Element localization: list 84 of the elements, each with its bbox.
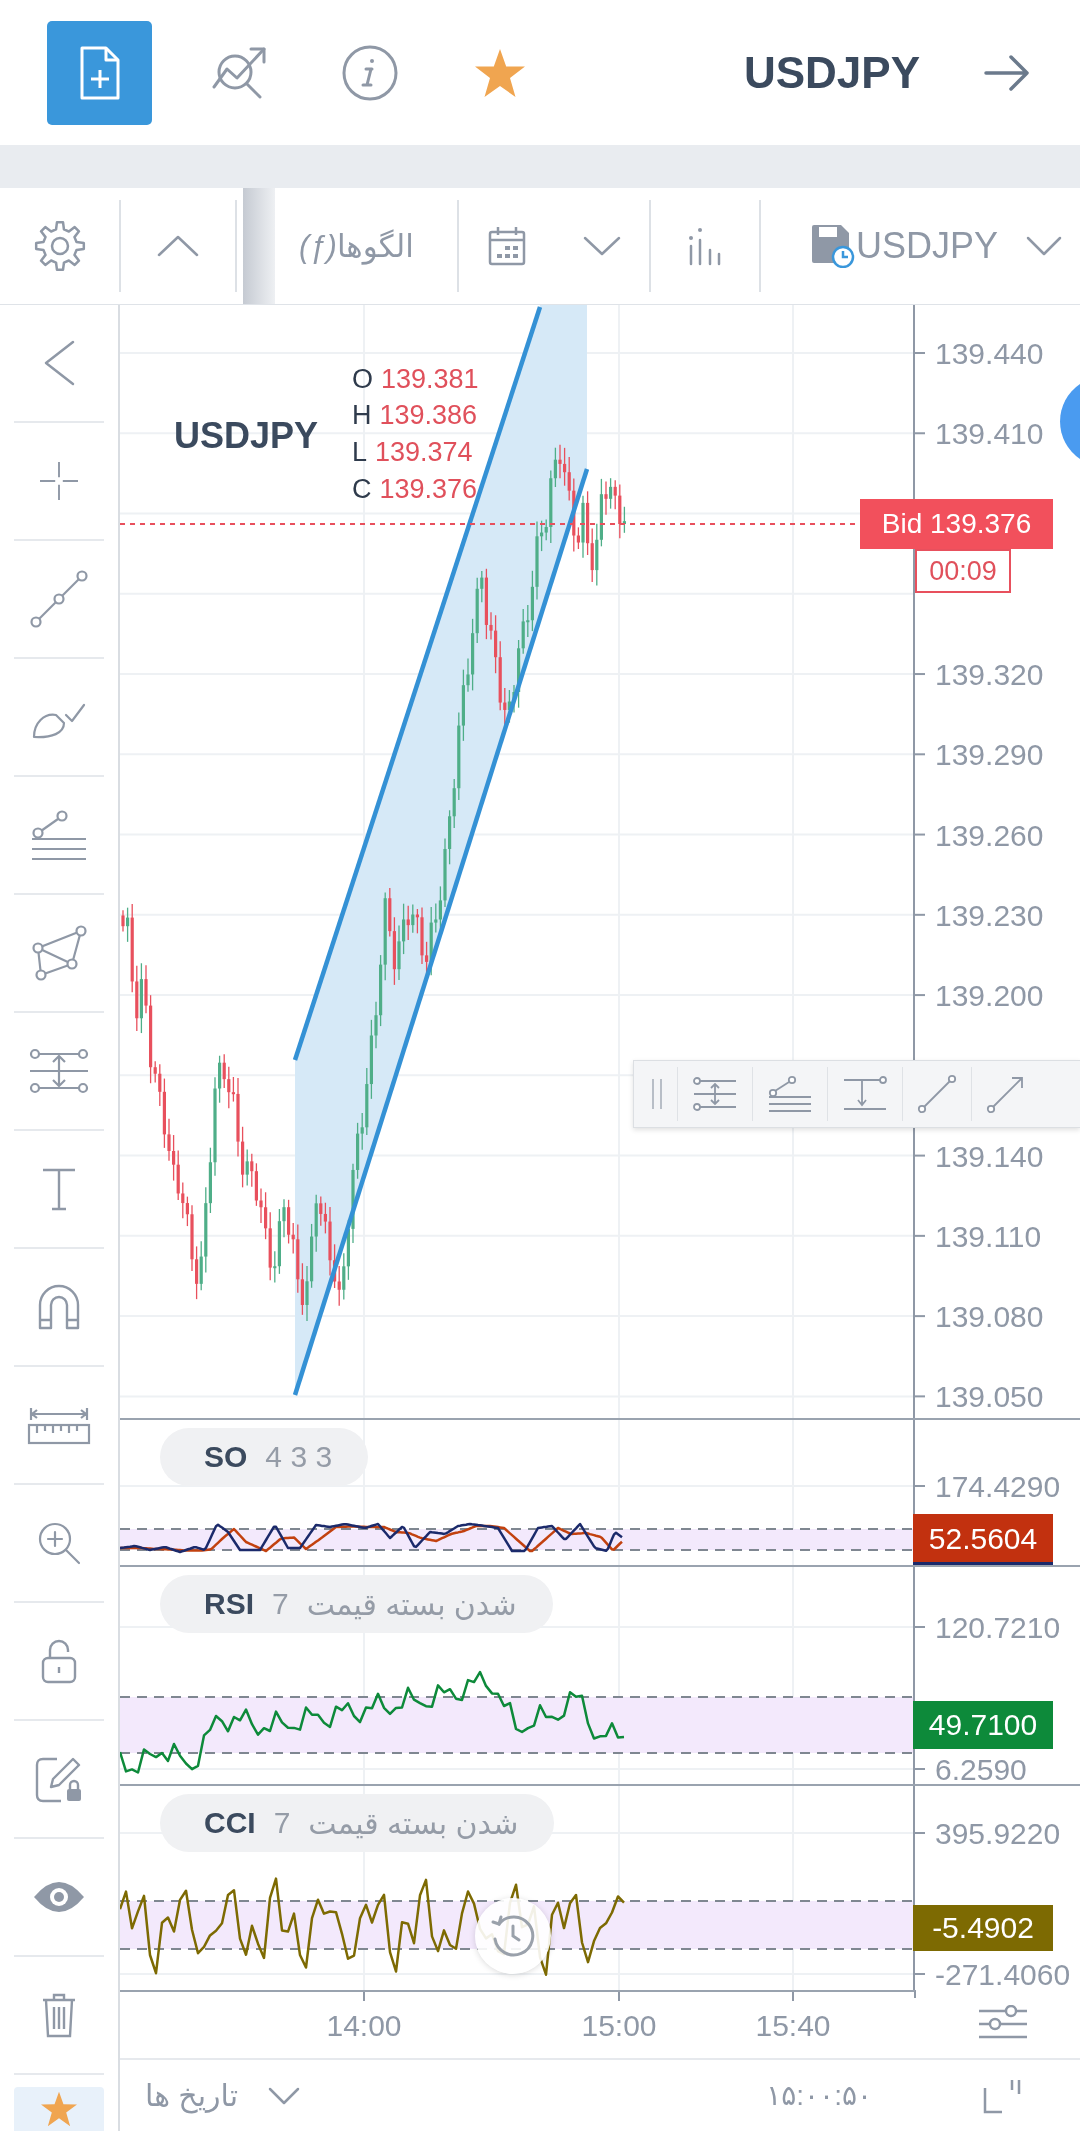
document-plus-icon bbox=[79, 45, 120, 100]
magnet-icon[interactable] bbox=[37, 1284, 81, 1330]
clock-time: ۱۵:۰۰:۵۰ bbox=[766, 2079, 872, 2112]
line-segment-icon[interactable] bbox=[917, 1074, 957, 1114]
ohlc-label: L bbox=[352, 437, 368, 468]
price-axis-label: 139.200 bbox=[935, 979, 1044, 1013]
indicator-legend[interactable]: SO 4 3 3 bbox=[160, 1428, 369, 1486]
price-range-icon[interactable] bbox=[692, 1076, 738, 1112]
bid-price-label: Bid 139.376 bbox=[860, 499, 1053, 549]
trash-icon[interactable] bbox=[41, 1992, 77, 2038]
vertical-measure-icon[interactable] bbox=[842, 1076, 888, 1112]
indicator-source: شدن بسته قیمت bbox=[306, 1586, 517, 1622]
grip-handle-icon[interactable] bbox=[651, 1079, 663, 1109]
chart-symbol-label: USDJPY bbox=[174, 415, 319, 457]
circular-arrow-icon bbox=[490, 1913, 536, 1959]
arrow-line-icon[interactable] bbox=[986, 1074, 1026, 1114]
trend-line-icon[interactable] bbox=[30, 570, 88, 628]
price-axis-label: 139.320 bbox=[935, 658, 1044, 692]
star-icon[interactable] bbox=[474, 47, 526, 98]
bar-levels-icon[interactable] bbox=[688, 226, 722, 266]
replay-button[interactable] bbox=[475, 1898, 551, 1974]
indicator-axis-label: 174.4290 bbox=[935, 1470, 1061, 1503]
price-axis-label: 139.050 bbox=[935, 1380, 1044, 1414]
save-clock-icon[interactable] bbox=[811, 224, 855, 268]
indicator-axis-label: 395.9220 bbox=[935, 1817, 1061, 1850]
ohlc-value: 139.374 bbox=[375, 437, 473, 468]
price-axis-label: 139.290 bbox=[935, 738, 1044, 772]
indicator-axis-label: 120.7210 bbox=[935, 1611, 1061, 1644]
chevron-down-icon[interactable] bbox=[268, 2086, 300, 2105]
indicator-value-label: 52.5604 bbox=[913, 1514, 1053, 1564]
channel-lower-line[interactable] bbox=[292, 468, 590, 1396]
polygon-icon[interactable] bbox=[30, 924, 88, 982]
time-axis-label: 15:00 bbox=[581, 2009, 657, 2042]
ohlc-value: 139.376 bbox=[379, 473, 478, 505]
indicator-axis-label: -271.4060 bbox=[935, 1958, 1071, 1990]
indicator-source: شدن بسته قیمت bbox=[308, 1805, 519, 1841]
star-icon bbox=[40, 2091, 78, 2127]
ohlc-value: 139.381 bbox=[381, 363, 479, 395]
time-axis-label: 15:40 bbox=[755, 2009, 831, 2042]
price-axis-label: 139.080 bbox=[935, 1300, 1044, 1334]
chevron-left-icon[interactable] bbox=[43, 340, 75, 386]
floating-action-button[interactable] bbox=[1060, 384, 1080, 459]
price-axis-label: 139.260 bbox=[935, 818, 1044, 852]
indicator-value-label: 49.7100 bbox=[913, 1701, 1053, 1749]
eye-icon[interactable] bbox=[33, 1881, 85, 1913]
indicator-name: RSI bbox=[204, 1587, 254, 1621]
ohlc-label: H bbox=[352, 400, 372, 432]
indicator-value-label: -5.4902 bbox=[913, 1905, 1053, 1951]
corner-brackets-icon[interactable] bbox=[982, 2077, 1022, 2114]
info-icon[interactable] bbox=[342, 44, 398, 101]
ohlc-value: 139.386 bbox=[379, 400, 478, 432]
price-axis-label: 139.110 bbox=[935, 1219, 1042, 1253]
time-axis-label: 14:00 bbox=[326, 2009, 402, 2042]
indicator-axis-label: 6.2590 bbox=[935, 1753, 1027, 1784]
crosshair-icon[interactable] bbox=[40, 462, 78, 500]
indicator-period: 7 bbox=[272, 1587, 289, 1621]
indicator-params: 4 3 3 bbox=[265, 1440, 333, 1474]
symbol-title: USDJPY bbox=[743, 47, 920, 98]
price-axis-label: 139.410 bbox=[935, 417, 1044, 451]
text-tool-icon[interactable] bbox=[41, 1167, 77, 1211]
chevron-up-icon[interactable] bbox=[157, 235, 199, 257]
settings-icon[interactable] bbox=[33, 220, 86, 272]
price-range-icon[interactable] bbox=[28, 1048, 90, 1094]
price-axis-label: 139.140 bbox=[935, 1139, 1044, 1173]
arrow-right-icon[interactable] bbox=[984, 54, 1030, 91]
indicator-period: 7 bbox=[273, 1806, 291, 1840]
chevron-down-icon[interactable] bbox=[1026, 236, 1063, 256]
favorites-button[interactable] bbox=[14, 2087, 104, 2131]
chevron-down-icon[interactable] bbox=[582, 236, 621, 256]
zoom-in-icon[interactable] bbox=[37, 1521, 81, 1565]
ohlc-label: C bbox=[352, 473, 372, 505]
countdown-label: 00:09 bbox=[915, 549, 1011, 593]
indicator-name: CCI bbox=[204, 1806, 256, 1840]
new-document-button[interactable] bbox=[47, 20, 152, 125]
fibonacci-levels-icon[interactable] bbox=[767, 1075, 813, 1113]
price-axis-label: 139.440 bbox=[935, 337, 1044, 370]
edit-lock-icon[interactable] bbox=[35, 1755, 83, 1803]
price-axis-label: 139.230 bbox=[935, 898, 1044, 932]
fibonacci-levels-icon[interactable] bbox=[30, 809, 88, 861]
indicator-name: SO bbox=[204, 1440, 248, 1474]
unlocked-padlock-icon[interactable] bbox=[41, 1638, 77, 1684]
calendar-icon[interactable] bbox=[487, 226, 526, 266]
ruler-icon[interactable] bbox=[27, 1405, 91, 1445]
ohlc-label: O bbox=[352, 363, 373, 395]
